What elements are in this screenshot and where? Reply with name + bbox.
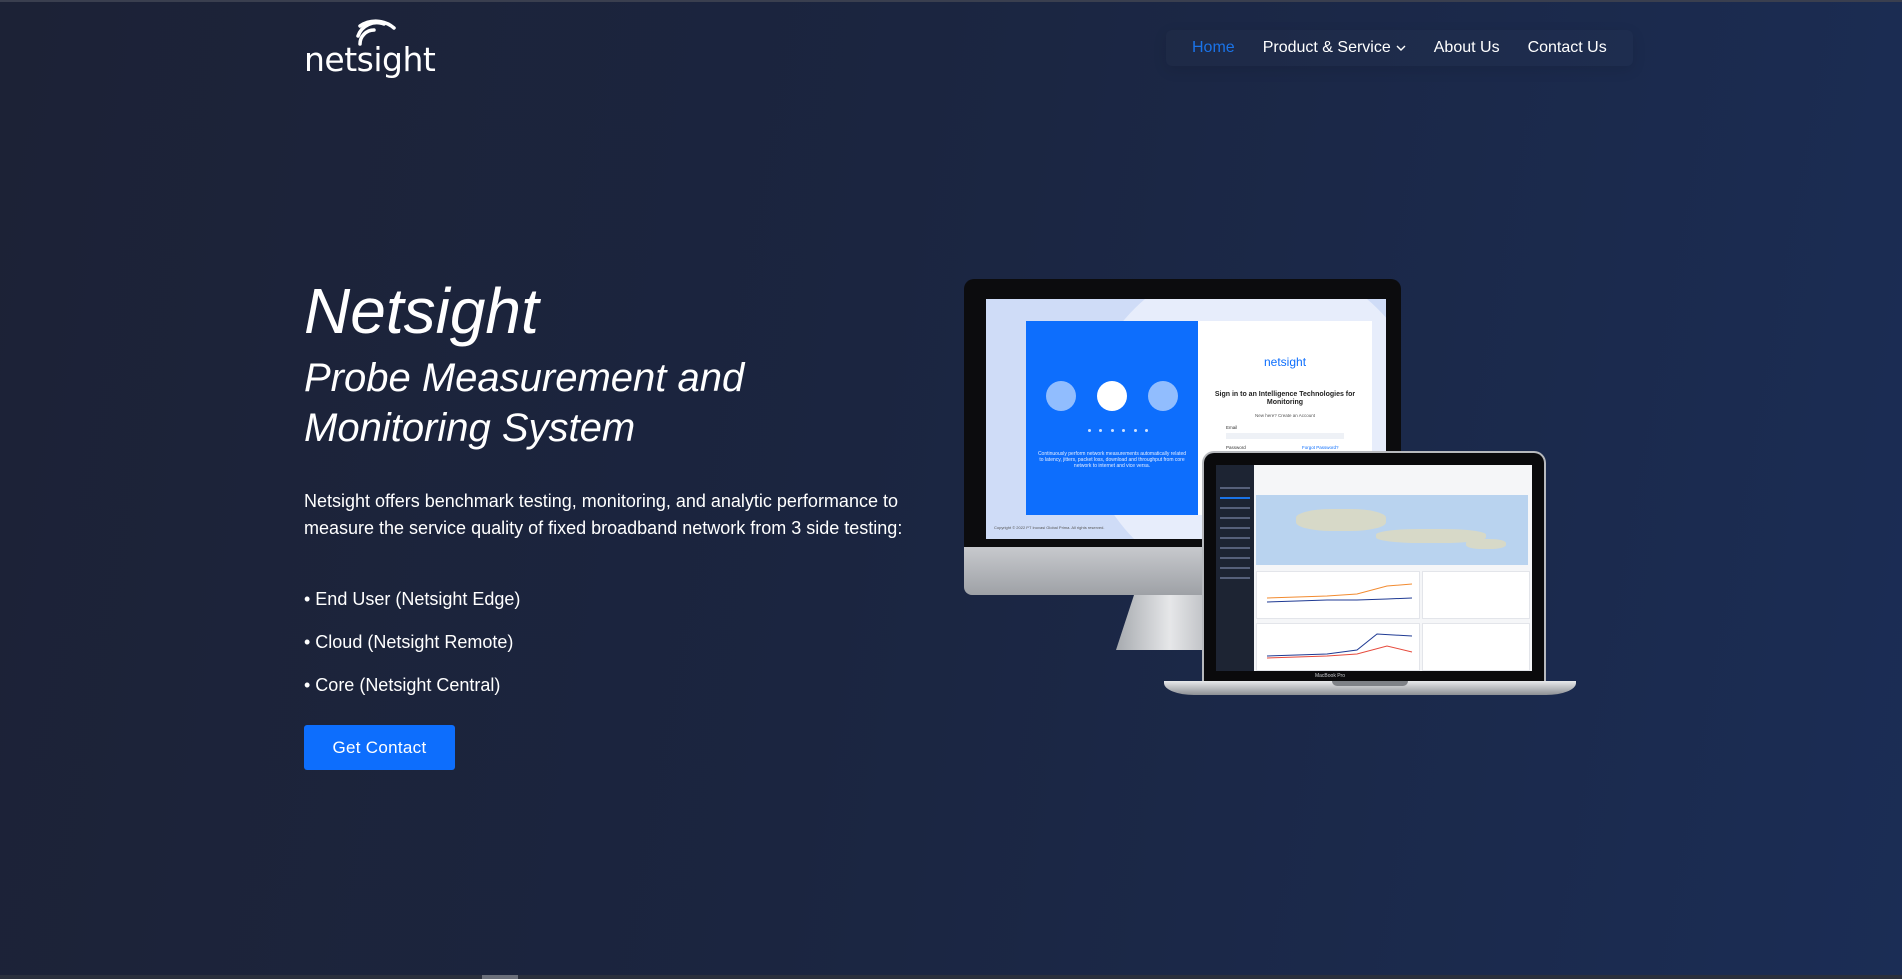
dashboard-icon: [1046, 381, 1076, 411]
login-password-label: Password: [1226, 445, 1246, 450]
login-email-label: Email: [1226, 425, 1238, 430]
hero-description: Netsight offers benchmark testing, monit…: [304, 491, 903, 538]
macbook-dashboard: [1216, 465, 1532, 671]
monitor-icon: [1148, 381, 1178, 411]
login-carousel-panel: Continuously perform network measurement…: [1026, 321, 1198, 515]
feature-item-core: • Core (Netsight Central): [304, 675, 501, 695]
login-title: Sign in to an Intelligence Technologies …: [1214, 391, 1356, 406]
nav-home[interactable]: Home: [1192, 39, 1235, 57]
nav-about-us[interactable]: About Us: [1434, 39, 1500, 57]
carousel-dots: [1088, 429, 1148, 433]
hero-title: Netsight: [304, 275, 539, 347]
macbook-notch: [1332, 681, 1408, 686]
logo-text: netsight: [304, 40, 436, 79]
horizontal-scrollbar[interactable]: [0, 975, 1902, 979]
dashboard-line-chart-2: [1256, 623, 1420, 671]
device-mockup-image: Continuously perform network measurement…: [960, 275, 1580, 705]
hero-subtitle: Probe Measurement and Monitoring System: [304, 356, 745, 450]
netsight-logo[interactable]: netsight: [304, 18, 436, 79]
macbook-brand: MacBook Pro: [1314, 673, 1345, 679]
login-email-field: [1226, 433, 1344, 439]
feature-item-end-user: • End User (Netsight Edge): [304, 589, 521, 609]
dashboard-table-2: [1422, 623, 1530, 671]
chevron-down-icon: [1396, 45, 1406, 51]
login-forgot-link: Forgot Password?: [1302, 445, 1339, 450]
login-subtitle: New here? Create an Account: [1254, 413, 1316, 418]
scrollbar-thumb[interactable]: [482, 975, 518, 979]
macbook-screen: [1202, 451, 1546, 683]
main-nav: Home Product & Service About Us Contact …: [1166, 30, 1633, 66]
login-logo: netsight: [1264, 355, 1307, 369]
top-border: [0, 0, 1902, 2]
gauge-icon: [1097, 381, 1127, 411]
nav-product-service[interactable]: Product & Service: [1263, 39, 1406, 57]
carousel-caption: Continuously perform network measurement…: [1037, 451, 1187, 469]
feature-list: • End User (Netsight Edge) • Cloud (Nets…: [304, 586, 520, 715]
dashboard-map: [1256, 495, 1528, 565]
dashboard-line-chart-1: [1256, 571, 1420, 619]
feature-item-cloud: • Cloud (Netsight Remote): [304, 632, 514, 652]
nav-product-service-label: Product & Service: [1262, 39, 1391, 56]
nav-contact-us[interactable]: Contact Us: [1528, 39, 1607, 57]
login-copyright: Copyright © 2022 PT Inovasi Global Prima…: [994, 525, 1105, 530]
dashboard-sidebar: [1216, 465, 1254, 671]
get-contact-button[interactable]: Get Contact: [304, 725, 455, 770]
dashboard-table-1: [1422, 571, 1530, 619]
